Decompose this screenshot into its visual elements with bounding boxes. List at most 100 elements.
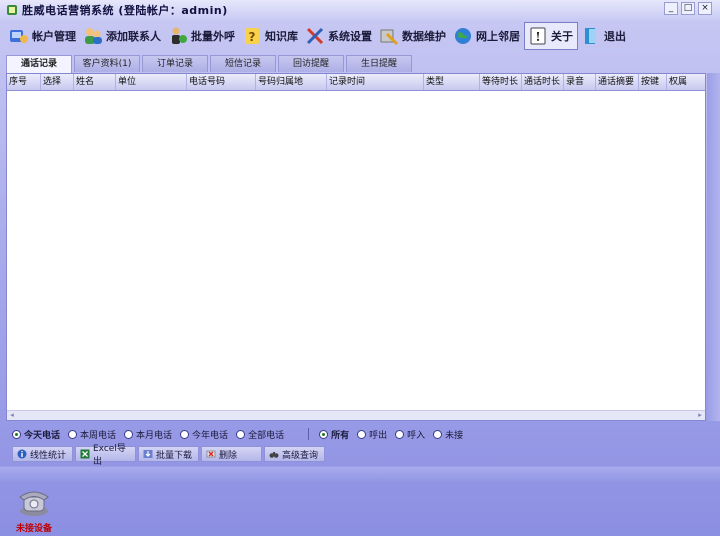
scroll-left-icon[interactable]: ◂	[7, 411, 17, 420]
column-header[interactable]: 记录时间	[327, 74, 424, 90]
radio-dot-icon	[180, 429, 190, 439]
toolbar-exit-label: 退出	[604, 30, 626, 43]
column-header[interactable]: 通话摘要	[596, 74, 639, 90]
column-header[interactable]: 电话号码	[187, 74, 256, 90]
tab-birthday-reminder[interactable]: 生日提醒	[346, 55, 412, 72]
tab-sms-records[interactable]: 短信记录	[210, 55, 276, 72]
device-status[interactable]: 未接设备	[14, 487, 54, 534]
horizontal-scrollbar[interactable]: ◂ ▸	[7, 410, 705, 420]
toolbar-knowledge-label: 知识库	[265, 30, 298, 43]
radio-dot-icon	[68, 429, 78, 439]
toolbar-network-label: 网上邻居	[476, 30, 520, 43]
title-bar: 胜威电话营销系统 (登陆帐户：admin) _ □ ×	[0, 0, 720, 20]
download-icon	[143, 449, 153, 459]
toolbar-batch-call-label: 批量外呼	[191, 30, 235, 43]
excel-export-button[interactable]: Excel导出	[75, 444, 136, 467]
excel-export-label: Excel导出	[93, 444, 126, 467]
exit-icon	[580, 25, 602, 47]
info-icon: !	[527, 25, 549, 47]
device-status-label: 未接设备	[15, 524, 52, 534]
add-contact-icon	[82, 25, 104, 47]
radio-label: 本月电话	[136, 430, 173, 441]
radio-label: 全部电话	[248, 430, 285, 441]
column-header[interactable]: 号码归属地	[256, 74, 327, 90]
tab-call-records[interactable]: 通话记录	[6, 55, 72, 73]
column-header[interactable]: 等待时长	[480, 74, 522, 90]
radio-label: 呼入	[407, 430, 426, 441]
toolbar-settings-button[interactable]: 系统设置	[302, 22, 376, 50]
column-header[interactable]: 录音	[564, 74, 596, 90]
column-header[interactable]: 单位	[116, 74, 187, 90]
tools-icon	[304, 25, 326, 47]
stats-button-label: 线性统计	[30, 450, 67, 461]
toolbar-batch-call-button[interactable]: 批量外呼	[165, 22, 239, 50]
toolbar-knowledge-button[interactable]: ? 知识库	[239, 22, 302, 50]
toolbar-data-maintenance-label: 数据维护	[402, 30, 446, 43]
app-window: 胜威电话营销系统 (登陆帐户：admin) _ □ × 帐户管理 添加联系人 批…	[0, 0, 720, 536]
column-header[interactable]: 类型	[424, 74, 480, 90]
telephone-icon	[19, 491, 49, 516]
toolbar-network-button[interactable]: 网上邻居	[450, 22, 524, 50]
scroll-right-icon[interactable]: ▸	[695, 411, 705, 420]
radio-direction-incoming[interactable]: 呼入	[395, 428, 425, 441]
radio-dot-icon	[124, 429, 134, 439]
close-button[interactable]: ×	[698, 2, 712, 15]
bottom-band	[0, 467, 720, 482]
radio-month-calls[interactable]: 本月电话	[124, 428, 172, 441]
radio-direction-all[interactable]: 所有	[319, 428, 349, 441]
toolbar-about-button[interactable]: ! 关于	[524, 22, 578, 50]
window-controls: _ □ ×	[664, 2, 712, 15]
radio-dot-icon	[357, 429, 367, 439]
advanced-search-button[interactable]: 高级查询	[264, 446, 325, 462]
radio-dot-icon	[12, 429, 21, 439]
toolbar-add-contact-button[interactable]: 添加联系人	[80, 22, 165, 50]
toolbar-account-label: 帐户管理	[32, 30, 76, 43]
column-header[interactable]: 姓名	[74, 74, 116, 90]
radio-dot-icon	[236, 429, 246, 439]
radio-label: 未接	[445, 430, 464, 441]
right-edge-strip	[707, 73, 720, 421]
grid-header: 序号 选择 姓名 单位 电话号码 号码归属地 记录时间 类型 等待时长 通话时长…	[7, 74, 705, 91]
radio-dot-icon	[395, 429, 405, 439]
column-header[interactable]: 序号	[7, 74, 41, 90]
radio-today-calls[interactable]: 今天电话	[12, 428, 60, 441]
minimize-button[interactable]: _	[664, 2, 678, 15]
info-icon	[17, 449, 27, 459]
batch-download-label: 批量下载	[156, 450, 193, 461]
tab-customer-info[interactable]: 客户资料(1)	[74, 55, 140, 72]
radio-direction-outgoing[interactable]: 呼出	[357, 428, 387, 441]
delete-button[interactable]: 删除	[201, 446, 262, 462]
action-bar: 线性统计 Excel导出 批量下载 删除 高级查询	[12, 444, 325, 467]
svg-text:!: !	[535, 30, 540, 44]
delete-label: 删除	[219, 450, 238, 461]
main-toolbar: 帐户管理 添加联系人 批量外呼 ? 知识库 系统设置 数据维护 网上邻居 ! 关…	[0, 20, 720, 52]
excel-icon	[80, 449, 90, 459]
window-title: 胜威电话营销系统 (登陆帐户：admin)	[22, 4, 228, 17]
radio-year-calls[interactable]: 今年电话	[180, 428, 228, 441]
column-header[interactable]: 权属	[667, 74, 705, 90]
toolbar-settings-label: 系统设置	[328, 30, 372, 43]
toolbar-about-label: 关于	[551, 30, 573, 43]
toolbar-account-button[interactable]: 帐户管理	[6, 22, 80, 50]
account-icon	[8, 25, 30, 47]
batch-download-button[interactable]: 批量下载	[138, 446, 199, 462]
tab-followup-reminder[interactable]: 回访提醒	[278, 55, 344, 72]
filter-separator	[308, 428, 310, 440]
radio-all-calls[interactable]: 全部电话	[236, 428, 284, 441]
toolbar-data-maintenance-button[interactable]: 数据维护	[376, 22, 450, 50]
advanced-search-label: 高级查询	[282, 450, 319, 461]
maximize-button[interactable]: □	[681, 2, 695, 15]
binoculars-icon	[269, 449, 279, 459]
call-records-grid[interactable]: 序号 选择 姓名 单位 电话号码 号码归属地 记录时间 类型 等待时长 通话时长…	[6, 73, 706, 421]
radio-dot-icon	[433, 429, 443, 439]
filter-bar: 今天电话 本周电话 本月电话 今年电话 全部电话 所有 呼出 呼入 未接	[12, 427, 471, 441]
globe-icon	[452, 25, 474, 47]
column-header[interactable]: 按键	[639, 74, 667, 90]
stats-button[interactable]: 线性统计	[12, 446, 73, 462]
radio-direction-missed[interactable]: 未接	[433, 428, 463, 441]
column-header[interactable]: 通话时长	[522, 74, 564, 90]
radio-week-calls[interactable]: 本周电话	[68, 428, 116, 441]
toolbar-exit-button[interactable]: 退出	[578, 22, 630, 50]
tab-order-records[interactable]: 订单记录	[142, 55, 208, 72]
column-header[interactable]: 选择	[41, 74, 74, 90]
